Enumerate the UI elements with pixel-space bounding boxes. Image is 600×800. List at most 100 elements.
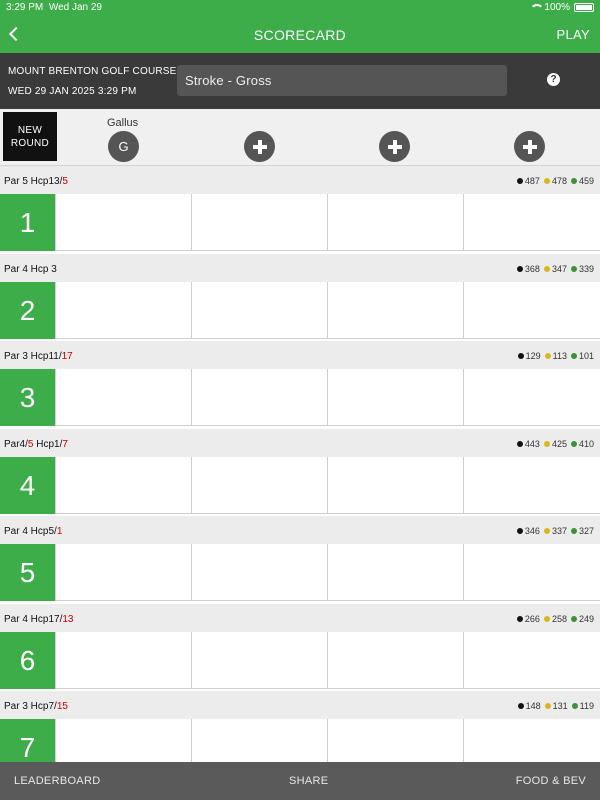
- score-cell[interactable]: [463, 282, 600, 339]
- score-cell[interactable]: [55, 282, 191, 339]
- yardage-value: 347: [551, 264, 567, 274]
- green-tee-yardage: 339: [570, 264, 594, 274]
- hole-row: 5: [0, 544, 600, 601]
- yellow-tee-yardage: 337: [543, 526, 567, 536]
- score-cell[interactable]: [191, 194, 327, 251]
- players-bar: NEW ROUND Gallus G: [0, 109, 600, 166]
- yardage-value: 337: [551, 526, 567, 536]
- score-cell[interactable]: [55, 457, 191, 514]
- green-tee-dot-icon: [571, 703, 578, 709]
- top-bar: 3:29 PM Wed Jan 29 100% SCORECARD PLAY: [0, 0, 600, 53]
- tee-yardages: 346 337 327: [516, 526, 594, 536]
- yardage-value: 249: [578, 614, 594, 624]
- yardage-value: 327: [578, 526, 594, 536]
- score-cell[interactable]: [55, 632, 191, 689]
- black-tee-dot-icon: [516, 616, 523, 622]
- score-cell[interactable]: [327, 282, 463, 339]
- battery-percent: 100%: [544, 2, 570, 13]
- hole-number: 2: [0, 282, 55, 339]
- yellow-tee-dot-icon: [543, 266, 550, 272]
- score-cell[interactable]: [327, 632, 463, 689]
- score-cell[interactable]: [55, 544, 191, 601]
- score-cell[interactable]: [327, 369, 463, 426]
- score-cell[interactable]: [463, 719, 600, 762]
- green-tee-dot-icon: [570, 266, 577, 272]
- score-cell[interactable]: [191, 369, 327, 426]
- yellow-tee-yardage: 347: [543, 264, 567, 274]
- score-cell[interactable]: [327, 719, 463, 762]
- alt-value: 17: [61, 351, 73, 362]
- black-tee-yardage: 368: [516, 264, 540, 274]
- black-tee-dot-icon: [516, 266, 523, 272]
- black-tee-dot-icon: [517, 703, 524, 709]
- par-hcp-text: Par 4 Hcp5/: [4, 526, 57, 537]
- par-hcp-text: Par 4 Hcp17/: [4, 614, 63, 625]
- green-tee-dot-icon: [570, 528, 577, 534]
- hole-header: Par4/5 Hcp1/7 443 425 410: [0, 429, 600, 457]
- hole-header: Par 4 Hcp17/13 266 258 249: [0, 604, 600, 632]
- hole-par-hcp: Par 4 Hcp17/13: [4, 614, 74, 625]
- wifi-icon: [530, 3, 545, 12]
- score-cell[interactable]: [191, 544, 327, 601]
- score-cell[interactable]: [191, 632, 327, 689]
- player-avatar[interactable]: G: [108, 131, 139, 162]
- yardage-value: 410: [578, 439, 594, 449]
- round-datetime: WED 29 JAN 2025 3:29 PM: [8, 86, 137, 97]
- add-player-plus-icon[interactable]: [244, 131, 275, 162]
- tee-yardages: 129 113 101: [517, 351, 594, 361]
- score-cell[interactable]: [463, 632, 600, 689]
- par-hcp-text: Par 3 Hcp11/: [4, 351, 62, 362]
- score-cell[interactable]: [191, 282, 327, 339]
- status-date: Wed Jan 29: [48, 2, 102, 13]
- score-cell[interactable]: [327, 544, 463, 601]
- yellow-tee-dot-icon: [543, 178, 550, 184]
- alt-value: 5: [62, 176, 68, 187]
- hole-par-hcp: Par 5 Hcp13/5: [4, 176, 68, 187]
- help-icon[interactable]: ?: [547, 73, 560, 86]
- play-button[interactable]: PLAY: [557, 27, 590, 42]
- black-tee-yardage: 346: [516, 526, 540, 536]
- yardage-value: 368: [524, 264, 540, 274]
- score-cell[interactable]: [327, 194, 463, 251]
- yardage-value: 487: [524, 176, 540, 186]
- alt-value: 15: [56, 701, 68, 712]
- yardage-value: 443: [524, 439, 540, 449]
- yellow-tee-dot-icon: [543, 441, 550, 447]
- scoring-mode-select[interactable]: Stroke - Gross: [177, 65, 507, 96]
- black-tee-yardage: 443: [516, 439, 540, 449]
- yellow-tee-yardage: 131: [544, 701, 568, 711]
- score-cell[interactable]: [55, 719, 191, 762]
- page-title: SCORECARD: [253, 27, 347, 43]
- yellow-tee-yardage: 113: [544, 351, 567, 361]
- score-cell[interactable]: [55, 369, 191, 426]
- score-cell[interactable]: [55, 194, 191, 251]
- status-time: 3:29 PM: [6, 2, 44, 13]
- score-cell[interactable]: [463, 369, 600, 426]
- yardage-value: 339: [578, 264, 594, 274]
- score-cell[interactable]: [463, 457, 600, 514]
- green-tee-yardage: 119: [571, 701, 594, 711]
- score-cell[interactable]: [191, 457, 327, 514]
- yardage-value: 101: [578, 351, 594, 361]
- score-cell[interactable]: [327, 457, 463, 514]
- alt-value: 1: [56, 526, 63, 537]
- par-hcp-text: Par 3 Hcp7/: [4, 701, 57, 712]
- yardage-value: 131: [552, 701, 568, 711]
- add-player-plus-icon[interactable]: [379, 131, 410, 162]
- black-tee-dot-icon: [516, 528, 523, 534]
- score-cell[interactable]: [191, 719, 327, 762]
- share-tab[interactable]: SHARE: [289, 775, 328, 787]
- yardage-value: 119: [579, 701, 594, 711]
- new-round-button[interactable]: NEW ROUND: [3, 112, 57, 161]
- yellow-tee-dot-icon: [544, 353, 551, 359]
- tee-yardages: 487 478 459: [516, 176, 594, 186]
- add-player-plus-icon[interactable]: [514, 131, 545, 162]
- food-bev-tab[interactable]: FOOD & BEV: [516, 775, 586, 787]
- score-cell[interactable]: [463, 194, 600, 251]
- hole-number: 6: [0, 632, 55, 689]
- hole-row: 1: [0, 194, 600, 251]
- hole-par-hcp: Par4/5 Hcp1/7: [4, 439, 68, 450]
- score-cell[interactable]: [463, 544, 600, 601]
- leaderboard-tab[interactable]: LEADERBOARD: [14, 775, 100, 787]
- holes-list[interactable]: Par 5 Hcp13/5 487 478 459 1 Par 4 Hcp 3 368 347…: [0, 166, 600, 762]
